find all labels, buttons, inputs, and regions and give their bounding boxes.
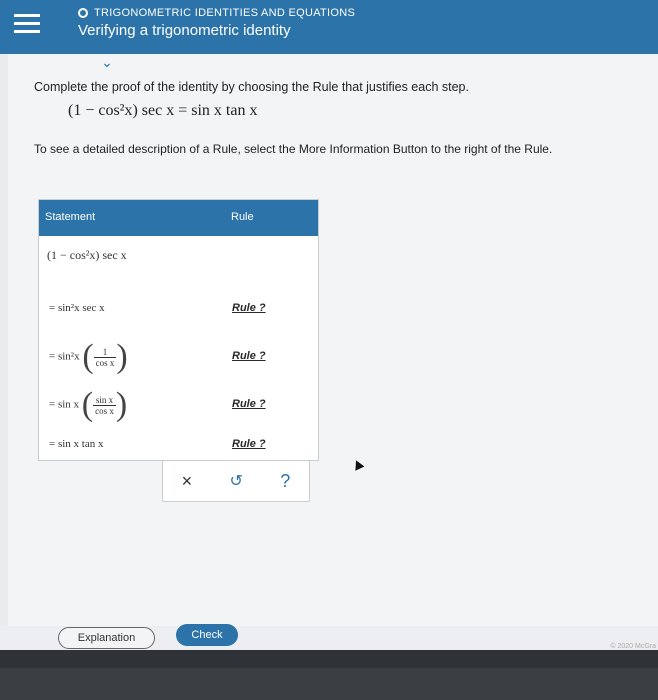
fraction-numerator: 1: [93, 347, 117, 358]
explanation-button[interactable]: Explanation: [58, 627, 155, 649]
main-panel: ⌄ Complete the proof of the identity by …: [8, 54, 658, 634]
header-rule: Rule: [231, 211, 254, 223]
header-bar: TRIGONOMETRIC IDENTITIES AND EQUATIONS V…: [0, 0, 658, 54]
hint-text: To see a detailed description of a Rule,…: [34, 142, 553, 156]
proof-table: Statement Rule (1 − cos²x) sec x = sin²x…: [38, 199, 319, 461]
menu-icon[interactable]: [14, 14, 40, 36]
header-statement: Statement: [45, 211, 96, 223]
fraction: sin x cos x: [93, 395, 116, 416]
left-paren: (: [81, 386, 94, 423]
topic-row: TRIGONOMETRIC IDENTITIES AND EQUATIONS: [78, 7, 355, 19]
page-title: Verifying a trigonometric identity: [78, 22, 291, 39]
footer-bar: [0, 650, 658, 668]
rule-link[interactable]: Rule ?: [232, 438, 266, 450]
fraction-denominator: cos x: [95, 357, 115, 368]
statement: = sin x (sin x cos x): [49, 386, 127, 424]
statement: = sin x tan x: [49, 438, 104, 450]
rule-link[interactable]: Rule ?: [232, 302, 266, 314]
rule-link[interactable]: Rule ?: [232, 350, 266, 362]
statement-prefix: = sin²x: [49, 350, 80, 363]
answer-toolbar: × ↺ ?: [162, 460, 310, 502]
fraction: 1 cos x: [93, 347, 117, 368]
right-paren: ): [116, 338, 128, 375]
copyright-text: © 2020 McGra: [610, 643, 656, 650]
check-button[interactable]: Check: [176, 624, 238, 646]
topic-label: TRIGONOMETRIC IDENTITIES AND EQUATIONS: [94, 7, 356, 19]
instruction-text: Complete the proof of the identity by ch…: [34, 80, 469, 94]
statement: = sin²x (1 cos x): [49, 338, 128, 376]
clear-icon[interactable]: ×: [182, 471, 193, 492]
topic-circle-icon: [78, 8, 88, 18]
help-icon[interactable]: ?: [280, 471, 290, 492]
rule-link[interactable]: Rule ?: [232, 398, 266, 410]
fraction-denominator: cos x: [95, 405, 114, 416]
statement-prefix: = sin x: [49, 398, 80, 411]
table-header: Statement Rule: [39, 200, 318, 236]
identity-formula: (1 − cos²x) sec x = sin x tan x: [68, 102, 258, 119]
fraction-numerator: sin x: [93, 395, 116, 406]
collapse-chevron-icon[interactable]: ⌄: [92, 54, 122, 72]
right-paren: ): [115, 386, 128, 423]
first-statement: (1 − cos²x) sec x: [47, 248, 127, 262]
undo-icon[interactable]: ↺: [230, 471, 243, 491]
app-window: TRIGONOMETRIC IDENTITIES AND EQUATIONS V…: [0, 0, 658, 668]
mouse-cursor-icon: [351, 458, 365, 471]
statement: = sin²x sec x: [49, 302, 105, 314]
left-paren: (: [82, 338, 94, 375]
